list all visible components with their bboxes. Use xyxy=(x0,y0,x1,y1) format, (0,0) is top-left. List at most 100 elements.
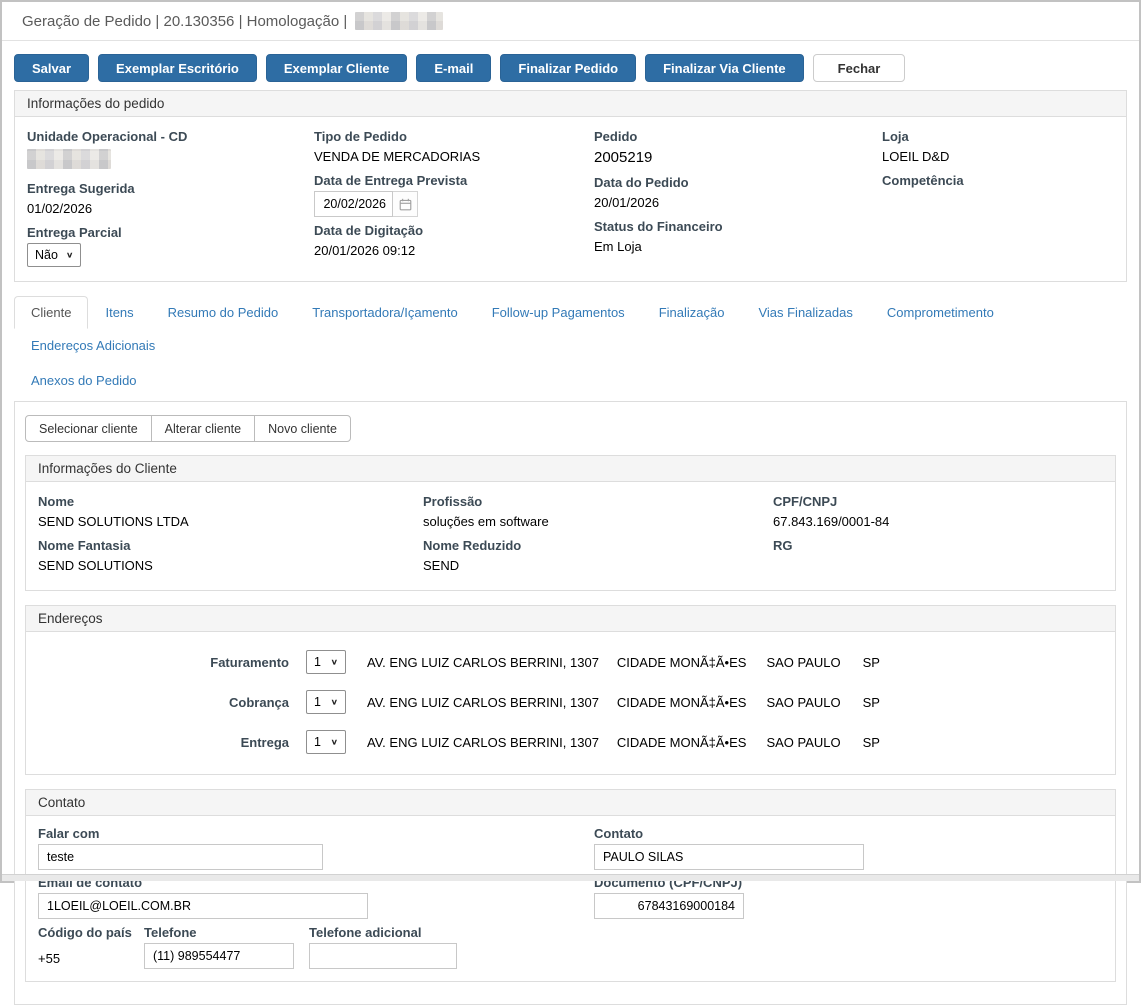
contact-email-input[interactable] xyxy=(38,893,368,919)
contact-panel: Contato Falar com Email de contato Códig… xyxy=(25,789,1116,982)
order-type-value: VENDA DE MERCADORIAS xyxy=(314,147,594,167)
select-client-button[interactable]: Selecionar cliente xyxy=(25,415,152,442)
speak-with-input[interactable] xyxy=(38,844,323,870)
document-input[interactable] xyxy=(594,893,744,919)
partial-delivery-label: Entrega Parcial xyxy=(27,221,314,243)
finish-via-client-button[interactable]: Finalizar Via Cliente xyxy=(645,54,804,82)
suggested-delivery-value: 01/02/2026 xyxy=(27,199,314,219)
additional-phone-label: Telefone adicional xyxy=(309,921,457,943)
close-button[interactable]: Fechar xyxy=(813,54,906,82)
delivery-address-selected-value: 1 xyxy=(314,735,321,749)
short-name-label: Nome Reduzido xyxy=(423,534,773,556)
order-info-col-1: Unidade Operacional - CD Entrega Sugerid… xyxy=(27,125,314,269)
order-info-heading: Informações do pedido xyxy=(15,91,1126,117)
rg-value xyxy=(773,556,1103,575)
order-tabs: Cliente Itens Resumo do Pedido Transport… xyxy=(14,296,1127,397)
office-copy-button[interactable]: Exemplar Escritório xyxy=(98,54,257,82)
billing-address-state: SP xyxy=(863,655,880,670)
client-info-panel: Informações do Cliente Nome SEND SOLUTIO… xyxy=(25,455,1116,591)
tab-cliente[interactable]: Cliente xyxy=(14,296,88,329)
competence-label: Competência xyxy=(882,169,1114,191)
delivery-address-select[interactable]: 1 ∨ xyxy=(306,730,346,754)
rg-label: RG xyxy=(773,534,1103,556)
client-copy-button[interactable]: Exemplar Cliente xyxy=(266,54,408,82)
trade-name-label: Nome Fantasia xyxy=(38,534,423,556)
speak-with-label: Falar com xyxy=(38,822,594,844)
tab-transportadora-icamento[interactable]: Transportadora/Içamento xyxy=(295,296,474,329)
email-button[interactable]: E-mail xyxy=(416,54,491,82)
tab-anexos-do-pedido[interactable]: Anexos do Pedido xyxy=(14,364,154,397)
order-date-value: 20/01/2026 xyxy=(594,193,882,213)
redacted-operational-unit-value xyxy=(27,149,111,169)
expected-delivery-date-input[interactable] xyxy=(314,191,393,217)
phone-input[interactable] xyxy=(144,943,294,969)
tabs-row-2: Anexos do Pedido xyxy=(14,364,1127,397)
collection-address-selected-value: 1 xyxy=(314,695,321,709)
redacted-user-name xyxy=(355,12,443,30)
country-code-label: Código do país xyxy=(38,921,144,943)
order-date-label: Data do Pedido xyxy=(594,171,882,193)
typing-date-label: Data de Digitação xyxy=(314,219,594,241)
billing-address-district: CIDADE MONÃ‡Ã•ES xyxy=(617,655,747,670)
phone-label: Telefone xyxy=(144,921,309,943)
new-client-button[interactable]: Novo cliente xyxy=(254,415,351,442)
title-bar: Geração de Pedido | 20.130356 | Homologa… xyxy=(2,2,1139,41)
delivery-address-district: CIDADE MONÃ‡Ã•ES xyxy=(617,735,747,750)
delivery-address-street: AV. ENG LUIZ CARLOS BERRINI, 1307 xyxy=(367,735,599,750)
addresses-panel: Endereços Faturamento 1 ∨ AV. ENG LUIZ C… xyxy=(25,605,1116,775)
addresses-heading: Endereços xyxy=(26,606,1115,632)
delivery-address-label: Entrega xyxy=(38,735,306,750)
billing-address-select[interactable]: 1 ∨ xyxy=(306,650,346,674)
tabs-row-1: Cliente Itens Resumo do Pedido Transport… xyxy=(14,296,1127,362)
typing-date-value: 20/01/2026 09:12 xyxy=(314,241,594,261)
suggested-delivery-label: Entrega Sugerida xyxy=(27,177,314,199)
client-actions-group: Selecionar cliente Alterar cliente Novo … xyxy=(25,415,351,442)
order-info-panel: Informações do pedido Unidade Operaciona… xyxy=(14,90,1127,282)
order-type-label: Tipo de Pedido xyxy=(314,125,594,147)
additional-phone-input[interactable] xyxy=(309,943,457,969)
collection-address-street: AV. ENG LUIZ CARLOS BERRINI, 1307 xyxy=(367,695,599,710)
contact-right-column: Contato Documento (CPF/CNPJ) xyxy=(594,822,1103,969)
action-toolbar: Salvar Exemplar Escritório Exemplar Clie… xyxy=(14,54,1127,82)
competence-value xyxy=(882,191,1114,210)
collection-address-label: Cobrança xyxy=(38,695,306,710)
collection-address-state: SP xyxy=(863,695,880,710)
edit-client-button[interactable]: Alterar cliente xyxy=(151,415,255,442)
partial-delivery-select[interactable]: Não ∨ xyxy=(27,243,81,267)
store-value: LOEIL D&D xyxy=(882,147,1114,167)
tab-resumo-do-pedido[interactable]: Resumo do Pedido xyxy=(151,296,296,329)
financial-status-label: Status do Financeiro xyxy=(594,215,882,237)
client-info-heading: Informações do Cliente xyxy=(26,456,1115,482)
tab-vias-finalizadas[interactable]: Vias Finalizadas xyxy=(741,296,869,329)
order-info-col-3: Pedido 2005219 Data do Pedido 20/01/2026… xyxy=(594,125,882,269)
billing-address-street: AV. ENG LUIZ CARLOS BERRINI, 1307 xyxy=(367,655,599,670)
save-button[interactable]: Salvar xyxy=(14,54,89,82)
address-row-cobranca: Cobrança 1 ∨ AV. ENG LUIZ CARLOS BERRINI… xyxy=(38,682,1103,722)
finish-order-button[interactable]: Finalizar Pedido xyxy=(500,54,636,82)
chevron-down-icon: ∨ xyxy=(331,658,338,667)
contact-name-label: Contato xyxy=(594,822,1103,844)
tab-comprometimento[interactable]: Comprometimento xyxy=(870,296,1011,329)
contact-left-column: Falar com Email de contato Código do paí… xyxy=(38,822,594,969)
expected-delivery-date-label: Data de Entrega Prevista xyxy=(314,169,594,191)
collection-address-select[interactable]: 1 ∨ xyxy=(306,690,346,714)
chevron-down-icon: ∨ xyxy=(331,738,338,747)
order-info-col-4: Loja LOEIL D&D Competência xyxy=(882,125,1114,269)
profession-label: Profissão xyxy=(423,490,773,512)
calendar-icon[interactable] xyxy=(393,191,418,217)
collection-address-city: SAO PAULO xyxy=(766,695,840,710)
order-number-value: 2005219 xyxy=(594,147,882,169)
billing-address-selected-value: 1 xyxy=(314,655,321,669)
tab-follow-up-pagamentos[interactable]: Follow-up Pagamentos xyxy=(475,296,642,329)
tab-enderecos-adicionais[interactable]: Endereços Adicionais xyxy=(14,329,172,362)
billing-address-city: SAO PAULO xyxy=(766,655,840,670)
cpf-cnpj-label: CPF/CNPJ xyxy=(773,490,1103,512)
client-info-col-3: CPF/CNPJ 67.843.169/0001-84 RG xyxy=(773,490,1103,578)
chevron-down-icon: ∨ xyxy=(66,251,73,260)
short-name-value: SEND xyxy=(423,556,773,576)
collection-address-district: CIDADE MONÃ‡Ã•ES xyxy=(617,695,747,710)
tab-finalizacao[interactable]: Finalização xyxy=(642,296,742,329)
partial-delivery-selected-value: Não xyxy=(35,248,58,262)
tab-itens[interactable]: Itens xyxy=(88,296,150,329)
contact-name-input[interactable] xyxy=(594,844,864,870)
